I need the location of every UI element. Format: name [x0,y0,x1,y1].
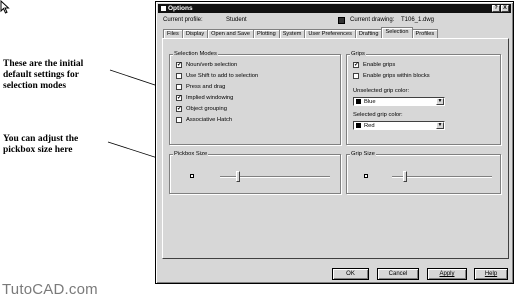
help-title-button[interactable]: ? [492,5,500,12]
use-shift-checkbox[interactable] [176,73,182,79]
unselected-grip-color-label: Unselected grip color: [353,88,410,94]
use-shift-checkbox-row[interactable]: Use Shift to add to selection [176,73,258,79]
current-profile-label: Current profile: [163,17,203,23]
grips-title: Grips [350,50,366,58]
tab-user-preferences[interactable]: User Preferences [304,29,356,38]
enable-grips-checkbox[interactable]: ✓ [353,62,359,68]
ok-button[interactable]: OK [332,268,369,280]
mouse-pointer-icon [0,0,10,14]
tab-strip: Files Display Open and Save Plotting Sys… [163,27,439,38]
press-drag-checkbox-row[interactable]: Press and drag [176,84,225,90]
press-drag-checkbox[interactable] [176,84,182,90]
pickbox-slider-thumb[interactable] [236,171,240,182]
grips-group: Grips ✓ Enable grips Enable grips within … [346,50,501,145]
chevron-down-icon[interactable]: ▼ [436,122,444,129]
drawing-icon [338,17,345,24]
selected-grip-color-select[interactable]: Red ▼ [353,121,445,130]
tab-open-and-save[interactable]: Open and Save [207,29,255,38]
dialog-title: Options [168,5,193,12]
noun-verb-checkbox-row[interactable]: ✓ Noun/verb selection [176,62,237,68]
chevron-down-icon[interactable]: ▼ [436,98,444,105]
grip-size-group: Grip Size [346,150,501,194]
grip-size-preview [364,174,368,178]
associative-hatch-checkbox[interactable] [176,117,182,123]
tab-profiles[interactable]: Profiles [411,29,439,38]
blue-swatch [356,99,361,104]
pickbox-note: You can adjust the pickbox size here [3,134,79,155]
grips-within-blocks-checkbox[interactable] [353,73,359,79]
tab-selection[interactable]: Selection [381,27,413,38]
title-bar: Options ? X [158,4,511,13]
noun-verb-checkbox[interactable]: ✓ [176,62,182,68]
selection-modes-note: These are the initial default settings f… [3,59,84,91]
pickbox-preview [190,174,194,178]
dialog-icon [161,6,166,11]
pickbox-size-title: Pickbox Size [173,150,209,158]
enable-grips-checkbox-row[interactable]: ✓ Enable grips [353,62,395,68]
watermark-text: TutoCAD.com [2,281,98,298]
tab-system[interactable]: System [278,29,306,38]
unselected-grip-color-select[interactable]: Blue ▼ [353,97,445,106]
selection-modes-group: Selection Modes ✓ Noun/verb selection Use… [169,50,341,145]
grips-within-blocks-checkbox-row[interactable]: Enable grips within blocks [353,73,430,79]
current-profile-value: Student [226,17,247,23]
close-title-button[interactable]: X [501,5,509,12]
implied-windowing-checkbox[interactable]: ✓ [176,95,182,101]
tab-drafting[interactable]: Drafting [354,29,383,38]
selection-modes-title: Selection Modes [173,50,218,58]
selection-tab-page: Selection Modes ✓ Noun/verb selection Use… [162,38,509,259]
grip-size-slider-thumb[interactable] [403,171,407,182]
red-swatch [356,123,361,128]
associative-hatch-checkbox-row[interactable]: Associative Hatch [176,117,232,123]
grip-size-title: Grip Size [350,150,376,158]
current-drawing-value: T106_1.dwg [401,17,435,23]
help-button[interactable]: Help [474,268,508,280]
cancel-button[interactable]: Cancel [377,268,419,280]
current-drawing-label: Current drawing: [350,17,395,23]
apply-button[interactable]: Apply [427,268,467,280]
object-grouping-checkbox[interactable]: ✓ [176,106,182,112]
grip-size-slider-track[interactable] [392,176,492,178]
options-dialog: Options ? X Current profile: Student Cur… [155,1,514,284]
selected-grip-color-label: Selected grip color: [353,112,403,118]
tab-display[interactable]: Display [181,29,209,38]
tab-plotting[interactable]: Plotting [253,29,280,38]
implied-windowing-checkbox-row[interactable]: ✓ Implied windowing [176,95,233,101]
object-grouping-checkbox-row[interactable]: ✓ Object grouping [176,106,227,112]
tab-files[interactable]: Files [163,29,183,38]
pickbox-size-group: Pickbox Size [169,150,341,194]
